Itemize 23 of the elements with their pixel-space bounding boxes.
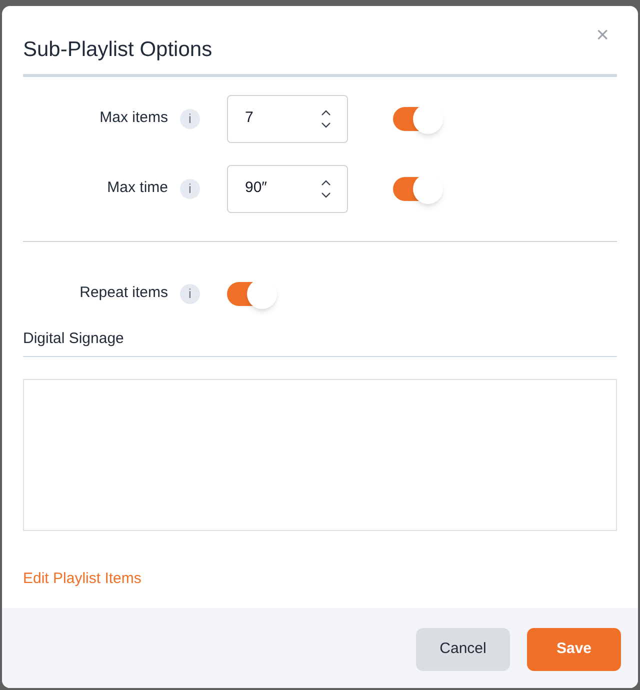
chevron-down-icon[interactable] xyxy=(321,122,331,128)
close-button[interactable]: × xyxy=(596,24,609,46)
toggle-switch[interactable] xyxy=(227,282,275,306)
field-label: Max time xyxy=(106,178,168,198)
field-value: 7 xyxy=(245,108,254,128)
info-icon[interactable]: i xyxy=(180,108,200,128)
chevron-up-icon[interactable] xyxy=(321,110,331,116)
info-icon[interactable]: i xyxy=(180,178,200,198)
number-field[interactable]: 7 xyxy=(227,94,348,142)
toggle-switch[interactable] xyxy=(393,106,441,130)
info-icon[interactable]: i xyxy=(180,284,200,304)
chevron-down-icon[interactable] xyxy=(321,192,331,198)
cancel-button[interactable]: Cancel xyxy=(416,628,510,670)
field-label: Repeat items xyxy=(78,283,168,304)
dialog-title: Sub-Playlist Options xyxy=(23,37,212,63)
toggle-switch[interactable] xyxy=(393,176,441,200)
field-value: 90″ xyxy=(245,178,267,198)
number-field[interactable]: 90″ xyxy=(227,164,348,212)
edit-playlist-link[interactable]: Edit Playlist Items xyxy=(23,568,142,590)
field-label: Max items xyxy=(98,108,168,128)
save-button[interactable]: Save xyxy=(527,628,621,670)
section-title: Digital Signage xyxy=(23,328,125,348)
chevron-up-icon[interactable] xyxy=(321,180,331,186)
